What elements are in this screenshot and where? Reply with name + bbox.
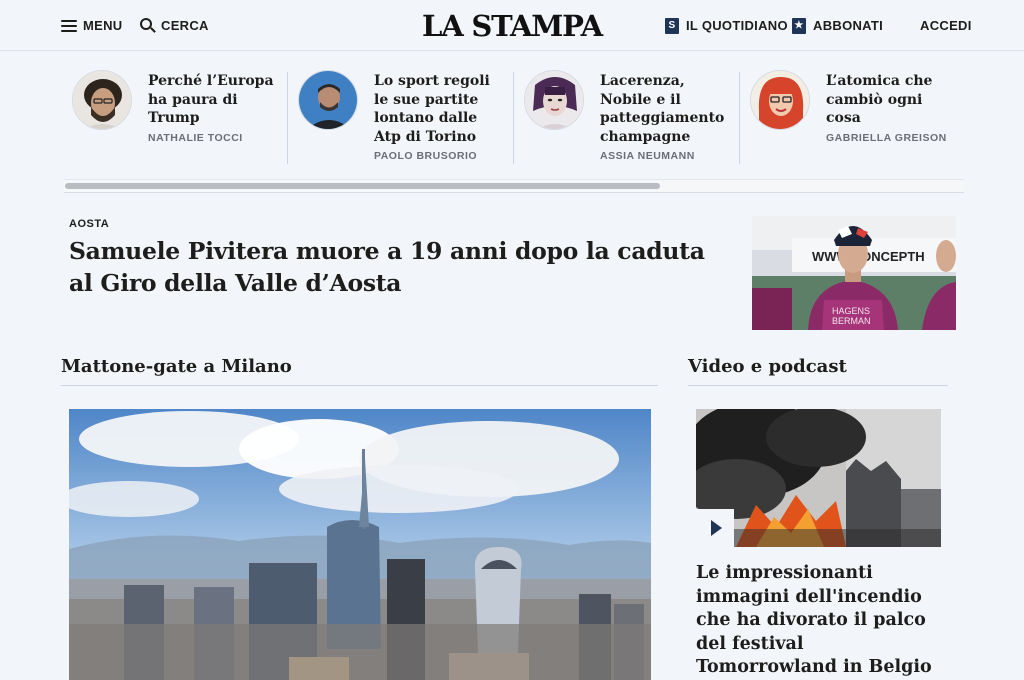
avatar [750,70,810,130]
section-divider [688,385,948,386]
opinion-card[interactable]: Perché l’Europa ha paura di Trump NATHAL… [64,66,286,166]
search-label: CERCA [161,18,209,33]
video-story-title[interactable]: Le impressionanti immagini dell'incendio… [696,562,946,680]
top-story-kicker[interactable]: AOSTA [69,218,109,230]
search-button[interactable]: CERCA [140,0,209,51]
opinion-title[interactable]: Lo sport regoli le sue partite lontano d… [374,72,502,146]
avatar [72,70,132,130]
top-story-image[interactable]: WWW.CONCEPTH HAGENS BERMAN [752,216,956,330]
opinion-title[interactable]: Perché l’Europa ha paura di Trump [148,72,276,128]
top-story-title[interactable]: Samuele Pivitera muore a 19 anni dopo la… [69,235,729,299]
opinion-strip: Perché l’Europa ha paura di Trump NATHAL… [64,66,964,176]
opinion-author: PAOLO BRUSORIO [374,150,478,162]
opinion-card[interactable]: L’atomica che cambiò ogni cosa GABRIELLA… [742,66,964,166]
divider [739,72,740,164]
svg-text:HAGENS: HAGENS [832,306,870,316]
menu-label: MENU [83,18,123,33]
play-icon [711,520,722,536]
abbonati-label: ABBONATI [813,18,884,33]
site-header: MENU CERCA LA STAMPA S IL QUOTIDIANO ★ A… [0,0,1024,51]
star-icon: ★ [792,17,806,34]
abbonati-button[interactable]: ★ ABBONATI [792,0,883,51]
milano-skyline-image[interactable] [69,409,651,680]
menu-button[interactable]: MENU [61,0,122,51]
section-title-milano[interactable]: Mattone-gate a Milano [61,356,292,377]
opinion-author: GABRIELLA GREISON [826,131,947,144]
section-title-video[interactable]: Video e podcast [688,356,847,377]
divider [287,72,288,164]
horizontal-scrollbar[interactable] [64,179,964,193]
quotidiano-label: IL QUOTIDIANO [686,18,788,33]
svg-text:BERMAN: BERMAN [832,316,871,326]
play-button[interactable] [696,509,734,547]
newspaper-icon: S [665,17,679,34]
avatar [524,70,584,130]
opinion-title[interactable]: Lacerenza, Nobile e il patteggiamento ch… [600,72,728,146]
opinion-author: NATHALIE TOCCI [148,131,243,144]
hamburger-icon [61,19,77,32]
scrollbar-thumb[interactable] [65,183,660,189]
avatar [298,70,358,130]
section-divider [61,385,658,386]
site-logo[interactable]: LA STAMPA [410,9,614,43]
opinion-card[interactable]: Lo sport regoli le sue partite lontano d… [290,66,512,166]
search-icon [140,18,156,33]
login-button[interactable]: ACCEDI [920,0,972,51]
divider [513,72,514,164]
opinion-title[interactable]: L’atomica che cambiò ogni cosa [826,72,954,128]
opinion-card[interactable]: Lacerenza, Nobile e il patteggiamento ch… [516,66,738,166]
opinion-author: ASSIA NEUMANN [600,150,695,162]
svg-text:WWW.CONCEPTH: WWW.CONCEPTH [812,249,925,264]
video-thumbnail[interactable] [696,409,941,547]
quotidiano-button[interactable]: S IL QUOTIDIANO [665,0,788,51]
